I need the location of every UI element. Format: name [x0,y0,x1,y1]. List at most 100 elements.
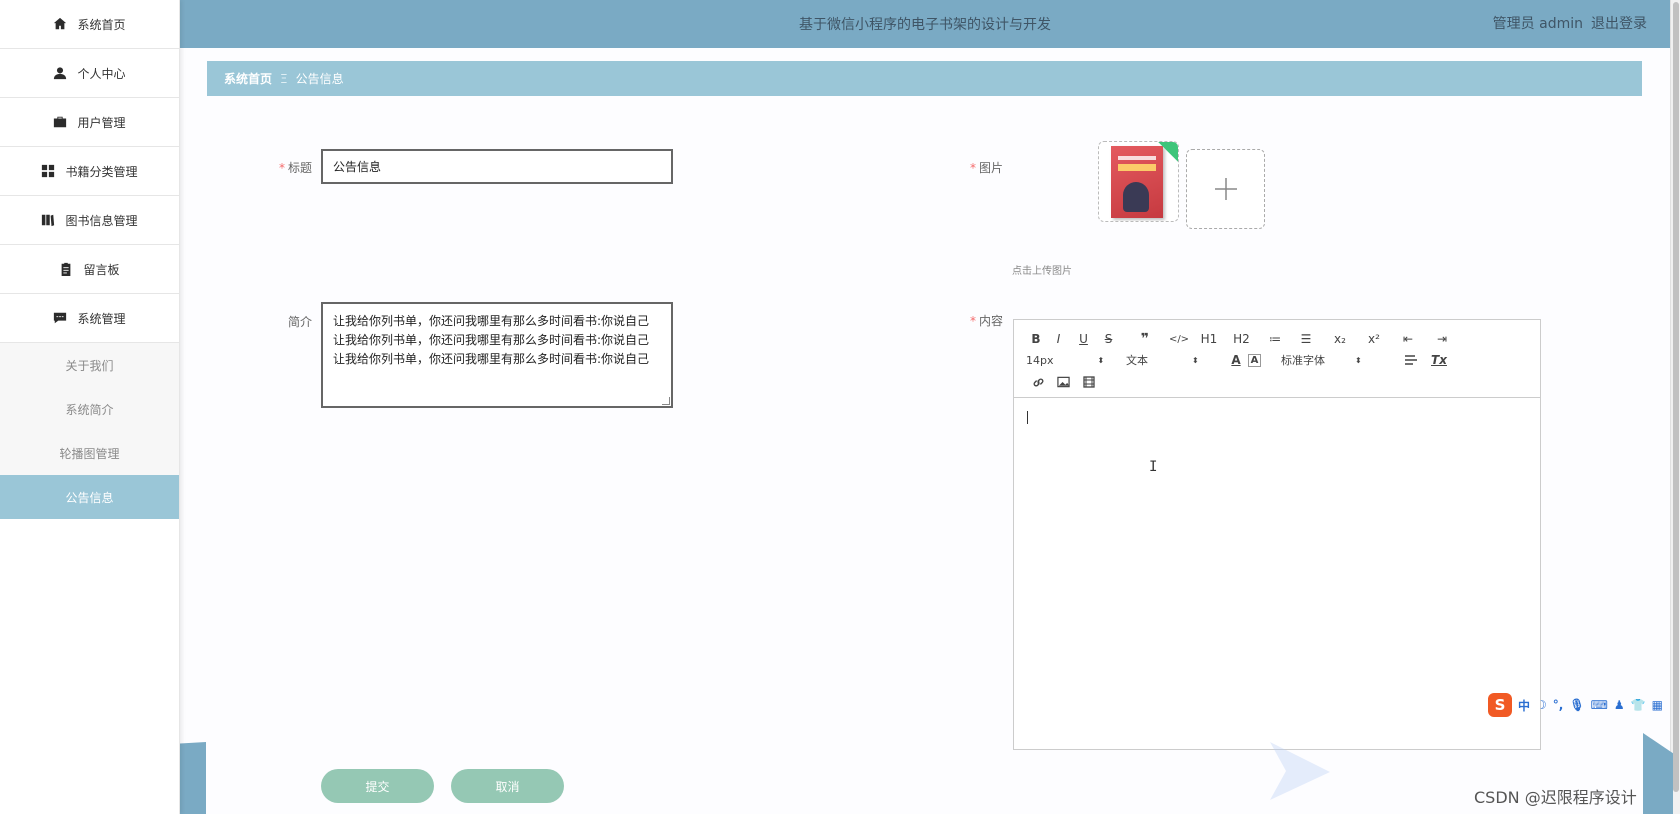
outdent-button[interactable]: ⇤ [1384,331,1432,347]
select-arrow-icon: ⬍ [1192,355,1199,365]
sidebar-item-books[interactable]: 图书信息管理 [0,196,179,245]
text-caret [1027,411,1028,424]
image-icon [1057,376,1070,388]
logout-link[interactable]: 退出登录 [1591,13,1647,33]
sidebar-subitem-notice[interactable]: 公告信息 [0,475,179,519]
submit-button[interactable]: 提交 [321,769,434,803]
bold-button[interactable]: B [1026,331,1046,347]
sidebar: 系统首页 个人中心 用户管理 书籍分类管理 图书信息管理 留言板 系统管理 关于… [0,0,180,814]
heading1-button[interactable]: H1 [1189,331,1229,347]
page-scrollbar[interactable] [1670,0,1680,814]
sidebar-subitem-intro[interactable]: 系统简介 [0,387,179,431]
font-family-value: 标准字体 [1281,354,1325,367]
sidebar-item-categories[interactable]: 书籍分类管理 [0,147,179,196]
superscript-button[interactable]: x² [1364,331,1384,347]
sidebar-item-messages[interactable]: 留言板 [0,245,179,294]
required-mark: * [969,314,976,328]
plus-icon [1214,178,1237,200]
intro-textarea[interactable]: 让我给你列书单，你还问我哪里有那么多时间看书:你说自己 让我给你列书单，你还问我… [321,302,673,408]
books-icon [41,213,55,227]
sidebar-subitem-carousel[interactable]: 轮播图管理 [0,431,179,475]
content-label-text: 内容 [978,314,1003,328]
cover-title-strip [1118,156,1156,160]
link-button[interactable] [1026,374,1051,390]
moon-icon[interactable]: ☽ [1536,698,1547,712]
text-cursor-icon: I [1149,459,1158,475]
briefcase-icon [53,115,67,129]
home-icon [53,17,67,31]
intro-line: 让我给你列书单，你还问我哪里有那么多时间看书:你说自己 [333,333,650,347]
editor-content-area[interactable]: I [1014,399,1540,749]
breadcrumb-home[interactable]: 系统首页 [224,70,272,87]
bullet-list-button[interactable]: ☰ [1296,331,1316,347]
user-icon[interactable]: ♟ [1614,698,1625,712]
upload-image-button[interactable] [1186,149,1265,229]
breadcrumb-separator: Ξ [280,71,288,86]
keyboard-icon[interactable]: ⌨ [1591,698,1608,712]
ime-toolbar[interactable]: S 中 ☽ °, 🎙 ⌨ ♟ 👕 ▦ [1484,691,1670,719]
align-button[interactable] [1393,352,1428,368]
select-arrow-icon: ⬍ [1355,355,1362,365]
sidebar-item-home[interactable]: 系统首页 [0,0,179,49]
image-label-text: 图片 [978,161,1003,175]
image-label: * 图片 [943,159,1003,176]
rich-text-editor: B I U S ❞ </> H1 H2 ≔ ☰ x₂ x² ⇤ ⇥ 14px ⬍ … [1013,319,1541,750]
apps-icon[interactable]: ▦ [1652,698,1663,712]
font-size-value: 14px [1026,353,1054,367]
cover-subtitle-strip [1118,164,1156,171]
font-size-select[interactable]: 14px ⬍ [1026,354,1126,367]
punctuation-icon[interactable]: °, [1553,698,1564,712]
title-input[interactable] [321,149,673,184]
background-color-button[interactable]: A [1248,353,1261,367]
toolbar-row-3 [1026,374,1101,390]
text-type-select[interactable]: 文本 ⬍ [1126,352,1224,368]
align-left-icon [1404,355,1417,365]
user-role: 管理员 admin [1492,16,1583,32]
sidebar-item-users[interactable]: 用户管理 [0,98,179,147]
underline-button[interactable]: U [1071,331,1096,347]
cancel-button[interactable]: 取消 [451,769,564,803]
clear-format-button[interactable]: Tx [1428,352,1450,368]
heading2-button[interactable]: H2 [1229,331,1254,347]
required-mark: * [278,161,285,175]
breadcrumb-current: 公告信息 [295,72,344,86]
video-button[interactable] [1076,374,1101,390]
sidebar-item-profile[interactable]: 个人中心 [0,49,179,98]
font-color-button[interactable]: A [1224,352,1248,368]
top-header: 基于微信小程序的电子书架的设计与开发 管理员 admin 退出登录 [180,0,1670,48]
skin-icon[interactable]: 👕 [1631,698,1646,712]
header-user-area: 管理员 admin 退出登录 [1493,13,1647,33]
strikethrough-button[interactable]: S [1096,331,1121,347]
sidebar-subitem-about[interactable]: 关于我们 [0,343,179,387]
required-mark: * [969,161,976,175]
cover-figure [1123,182,1149,212]
title-label: * 标题 [252,159,312,176]
scrollbar-thumb[interactable] [1673,2,1679,792]
microphone-icon[interactable]: 🎙 [1569,698,1584,712]
toolbar-row-2: 14px ⬍ 文本 ⬍ A A 标准字体 ⬍ Tx [1026,352,1450,368]
sidebar-item-label: 系统管理 [77,311,126,326]
sidebar-item-system[interactable]: 系统管理 [0,294,179,343]
clipboard-icon [59,262,73,276]
decorative-shape-left [180,742,206,814]
resize-grip[interactable] [662,397,670,405]
upload-tip: 点击上传图片 [1012,266,1072,277]
decorative-shape-right [1643,733,1673,814]
subscript-button[interactable]: x₂ [1316,331,1364,347]
indent-button[interactable]: ⇥ [1432,331,1452,347]
book-cover-image [1111,146,1163,218]
image-button[interactable] [1051,374,1076,390]
sidebar-item-label: 留言板 [83,262,120,277]
intro-label: 简介 [287,315,312,329]
blockquote-button[interactable]: ❞ [1121,331,1169,347]
select-arrow-icon: ⬍ [1097,355,1105,365]
font-family-select[interactable]: 标准字体 ⬍ [1281,352,1393,368]
breadcrumb: 系统首页 Ξ 公告信息 [207,61,1642,96]
uploaded-image-thumbnail[interactable] [1098,141,1179,222]
ordered-list-button[interactable]: ≔ [1254,331,1296,347]
code-block-button[interactable]: </> [1169,331,1189,347]
person-icon [53,66,67,80]
italic-button[interactable]: I [1046,331,1071,347]
ime-language-toggle[interactable]: 中 [1518,697,1530,714]
sidebar-item-label: 图书信息管理 [65,213,138,228]
